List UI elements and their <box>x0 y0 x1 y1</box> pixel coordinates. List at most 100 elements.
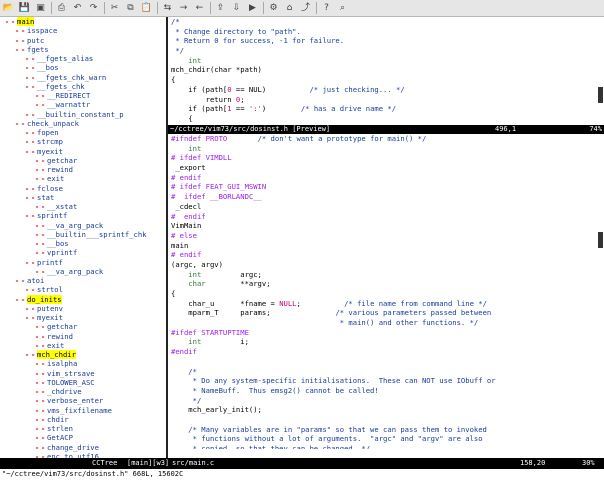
tree-item[interactable]: - - GetACP <box>0 433 166 442</box>
find-prev-icon[interactable]: ← <box>193 2 206 15</box>
load-session-icon[interactable]: ⇪ <box>214 2 227 15</box>
tree-item-label: getchar <box>47 322 78 332</box>
cut-icon[interactable]: ✂ <box>108 2 121 15</box>
tree-item[interactable]: - - myexit <box>0 313 166 322</box>
tree-item[interactable]: - - vprintf <box>0 248 166 257</box>
tree-connector: - <box>40 387 46 396</box>
code-line: /* <box>171 366 197 376</box>
save-session-icon[interactable]: ⇩ <box>230 2 243 15</box>
tree-item[interactable]: - - __va_arg_pack <box>0 221 166 230</box>
code-line: #endif <box>171 347 197 357</box>
tree-item[interactable]: - - __xstat <box>0 202 166 211</box>
tree-item[interactable]: - - __fgets_chk <box>0 82 166 91</box>
tree-item[interactable]: - - __bos <box>0 63 166 72</box>
tree-item[interactable]: - - rewind <box>0 165 166 174</box>
copy-icon[interactable]: ⧉ <box>124 2 137 15</box>
tree-item-label: strtol <box>37 285 63 295</box>
tree-item-label: fgets <box>27 44 49 54</box>
tree-item-label: rewind <box>47 165 73 174</box>
tree-item-label: __bos <box>37 63 59 73</box>
tree-item[interactable]: - - vms_fixfilename <box>0 406 166 415</box>
tree-item[interactable]: - - fclose <box>0 184 166 193</box>
preview-pane[interactable]: /* * Change directory to "path". * Retur… <box>168 17 604 125</box>
code-line: _export <box>171 163 206 173</box>
main-scroll-thumb[interactable] <box>598 232 603 248</box>
tree-item-label: exit <box>47 340 65 350</box>
tree-item-label: main <box>17 17 35 27</box>
tree-item[interactable]: - - __fgets_chk_warn <box>0 73 166 82</box>
code-line: # endif <box>171 211 206 221</box>
tree-item[interactable]: - - __bos <box>0 239 166 248</box>
print-icon[interactable]: ⎙ <box>55 2 68 15</box>
tree-item[interactable]: - - sprintf <box>0 211 166 220</box>
tree-item[interactable]: - - isalpha <box>0 359 166 368</box>
tree-item[interactable]: - - do_inits <box>0 294 166 304</box>
tree-item[interactable]: - - __warnattr <box>0 100 166 109</box>
tree-connector: - <box>30 109 36 119</box>
tree-connector: - <box>20 294 26 304</box>
tree-item[interactable]: - - exit <box>0 341 166 350</box>
tree-item[interactable]: - - verbose_enter <box>0 396 166 405</box>
code-line: # endif <box>171 250 202 260</box>
tree-item[interactable]: - - getchar <box>0 322 166 331</box>
tree-connector: - <box>40 405 46 415</box>
save-icon[interactable]: 💾 <box>18 2 31 15</box>
tree-item[interactable]: - - __builtin_constant_p <box>0 110 166 119</box>
tree-item[interactable]: - - change_drive <box>0 443 166 452</box>
bottom-status-line: CCTree [main][w3] src/main.c 158,20 30% <box>0 458 604 469</box>
tree-item[interactable]: - - __va_arg_pack <box>0 267 166 276</box>
tree-item[interactable]: - - __builtin___sprintf_chk <box>0 230 166 239</box>
tree-item[interactable]: - - strlen <box>0 424 166 433</box>
tree-item[interactable]: - - mch_chdir <box>0 350 166 360</box>
tree-item[interactable]: - - isspace <box>0 26 166 35</box>
tree-item[interactable]: - - main <box>0 17 166 27</box>
run-script-icon[interactable]: ▶ <box>246 2 259 15</box>
tree-item[interactable]: - - atoi <box>0 276 166 285</box>
tree-item[interactable]: - - __REDIRECT <box>0 91 166 100</box>
tree-item-label: vms_fixfilename <box>47 405 112 415</box>
command-line[interactable]: "~/cctree/vim73/src/dosinst.h" 668L, 156… <box>0 469 604 480</box>
tree-item[interactable]: - - myexit <box>0 147 166 156</box>
tree-connector: - <box>30 137 36 147</box>
tree-item-label: vprintf <box>47 248 78 258</box>
tree-item[interactable]: - - check_unpack <box>0 119 166 128</box>
tree-item-label: _chdrive <box>47 387 82 396</box>
tree-item[interactable]: - - putenv <box>0 304 166 313</box>
main-code-pane[interactable]: #ifndef PROTO /* don't want a prototype … <box>168 134 604 449</box>
make-icon[interactable]: ⚙ <box>267 2 280 15</box>
cctree-call-tree: - - main - - isspace - - putc - - fgets - - __fgets_al… <box>0 17 166 458</box>
tree-item[interactable]: - - vim_strsave <box>0 369 166 378</box>
tree-connector: - <box>40 368 46 378</box>
undo-icon[interactable]: ↶ <box>71 2 84 15</box>
tree-item[interactable]: - - putc <box>0 36 166 45</box>
tree-item[interactable]: - - exit <box>0 174 166 183</box>
code-line: if (path[0 == NUL) /* just checking... *… <box>171 84 405 94</box>
find-replace-icon[interactable]: ⇆ <box>161 2 174 15</box>
help-icon[interactable]: ? <box>320 2 333 15</box>
tree-item[interactable]: - - _chdrive <box>0 387 166 396</box>
paste-icon[interactable]: 📋 <box>140 2 153 15</box>
tree-item[interactable]: - - strcmp <box>0 137 166 146</box>
tree-item[interactable]: - - fopen <box>0 128 166 137</box>
preview-cursor-pos: 496,1 <box>495 125 517 133</box>
save-all-icon[interactable]: ▣ <box>34 2 47 15</box>
preview-scroll-thumb[interactable] <box>598 87 603 103</box>
find-help-icon[interactable]: ⌕ <box>336 2 349 15</box>
tree-item-label: sprintf <box>37 211 68 221</box>
tree-item[interactable]: - - strtol <box>0 285 166 294</box>
tree-item-label: isalpha <box>47 359 78 369</box>
tree-item[interactable]: - - chdir <box>0 415 166 424</box>
tree-item[interactable]: - - fgets <box>0 45 166 54</box>
tree-item[interactable]: - - printf <box>0 258 166 267</box>
tree-item[interactable]: - - stat <box>0 193 166 202</box>
tree-item[interactable]: - - rewind <box>0 332 166 341</box>
open-icon[interactable]: 📂 <box>2 2 15 15</box>
jump-tag-icon[interactable]: ⤴ <box>299 2 312 15</box>
tree-item[interactable]: - - getchar <box>0 156 166 165</box>
build-tags-icon[interactable]: ⌂ <box>283 2 296 15</box>
find-next-icon[interactable]: → <box>177 2 190 15</box>
tree-item[interactable]: - - TOLOWER_ASC <box>0 378 166 387</box>
tree-item[interactable]: - - __fgets_alias <box>0 54 166 63</box>
redo-icon[interactable]: ↷ <box>87 2 100 15</box>
code-line: mch_early_init(); <box>171 405 262 415</box>
